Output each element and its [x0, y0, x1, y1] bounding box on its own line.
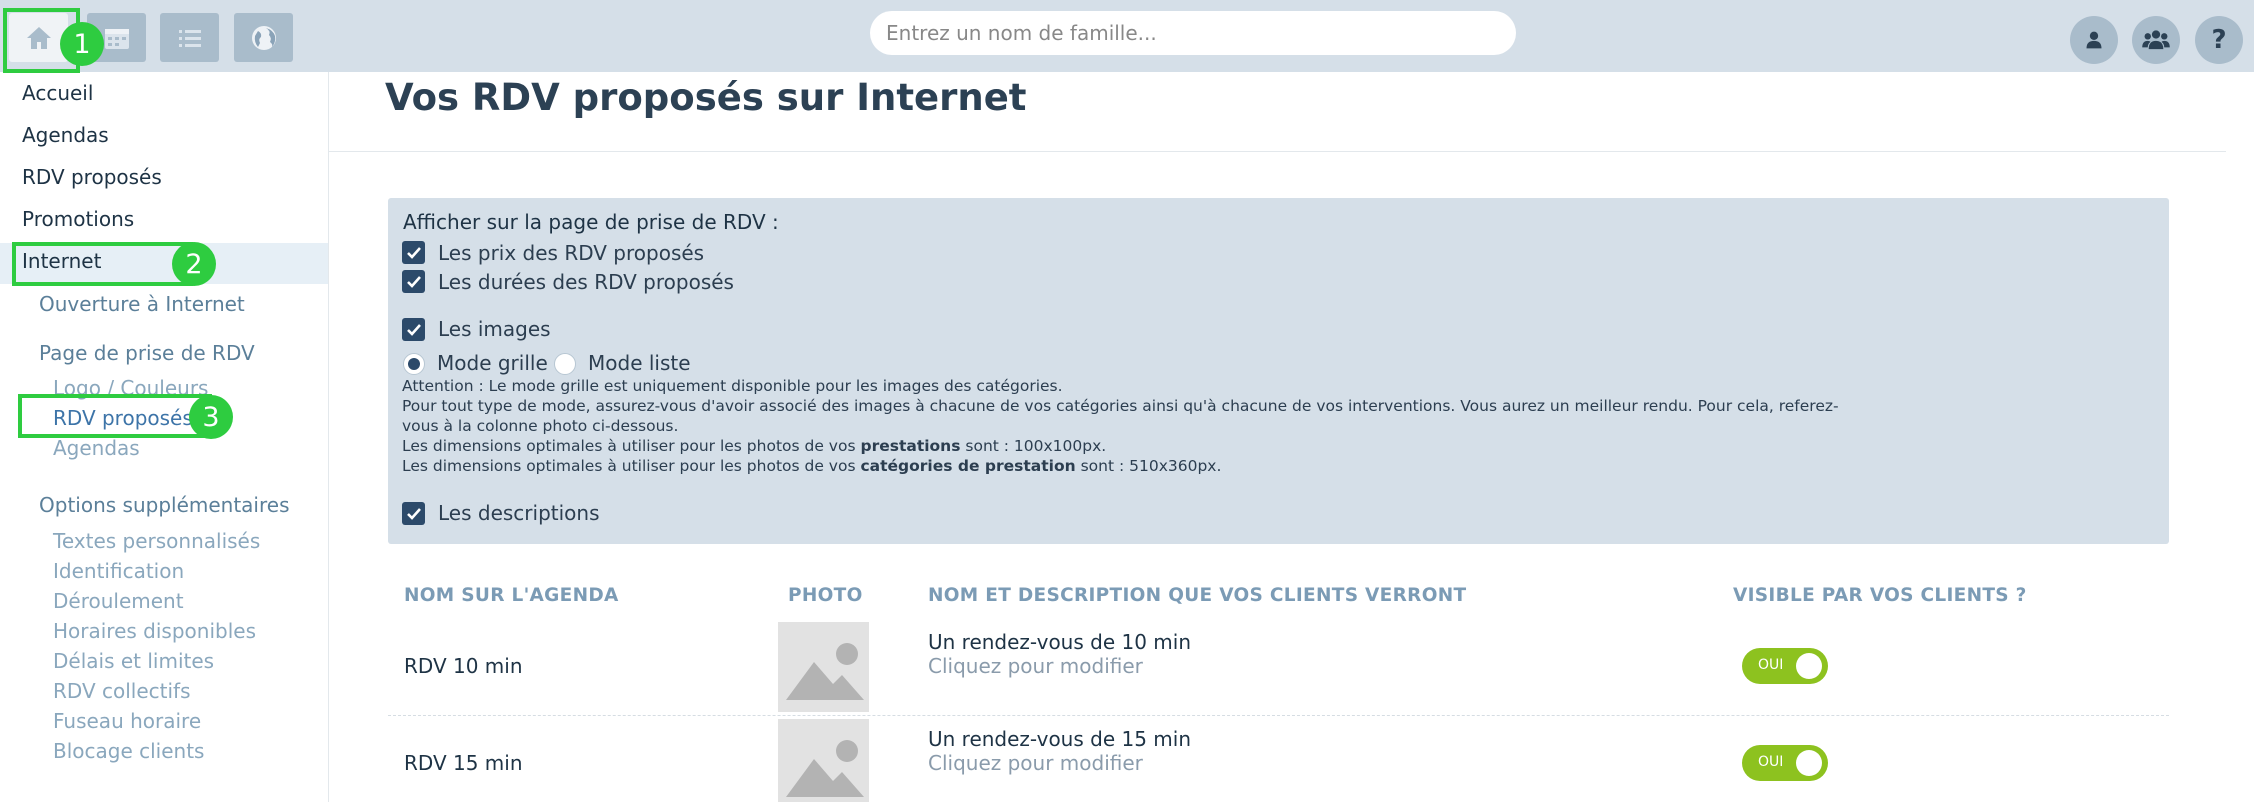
sidebar-item-agendas-internet[interactable]: Agendas — [53, 436, 140, 460]
globe-icon — [251, 25, 276, 50]
page-title: Vos RDV proposés sur Internet — [385, 76, 1027, 119]
note-line-5: Les dimensions optimales à utiliser pour… — [402, 457, 1222, 475]
help-button[interactable]: ? — [2195, 16, 2243, 64]
sidebar-item-rdv-collectifs[interactable]: RDV collectifs — [53, 679, 191, 703]
toggle-label: OUI — [1758, 657, 1784, 673]
photo-placeholder[interactable] — [778, 622, 869, 712]
annotation-box-rdv-proposes — [18, 394, 212, 438]
globe-button[interactable] — [234, 13, 293, 62]
calendar-icon — [104, 28, 129, 49]
annotation-badge-2: 2 — [172, 242, 216, 286]
sidebar-item-agendas[interactable]: Agendas — [22, 123, 109, 147]
checkbox-durations-label[interactable]: Les durées des RDV proposés — [438, 270, 734, 294]
annotation-badge-3: 3 — [189, 395, 233, 439]
visibility-toggle[interactable]: OUI — [1742, 745, 1828, 781]
sidebar-item-accueil[interactable]: Accueil — [22, 81, 93, 105]
search-input[interactable] — [870, 11, 1516, 55]
sidebar-item-horaires-disponibles[interactable]: Horaires disponibles — [53, 619, 256, 643]
top-bar: ? — [0, 0, 2254, 72]
toggle-knob — [1796, 653, 1822, 679]
checkbox-descriptions-label[interactable]: Les descriptions — [438, 501, 600, 525]
row-agenda-name: RDV 15 min — [404, 751, 523, 775]
annotation-box-internet — [12, 242, 193, 286]
column-header-visible: VISIBLE PAR VOS CLIENTS ? — [1733, 585, 2027, 606]
image-placeholder-icon — [786, 740, 864, 797]
sidebar-item-page-prise-rdv[interactable]: Page de prise de RDV — [39, 341, 255, 365]
note-line-4: Les dimensions optimales à utiliser pour… — [402, 437, 1107, 455]
annotation-badge-1: 1 — [60, 22, 104, 66]
visibility-toggle[interactable]: OUI — [1742, 648, 1828, 684]
sidebar-item-textes-personnalises[interactable]: Textes personnalisés — [53, 529, 260, 553]
note-line-1: Attention : Le mode grille est uniquemen… — [402, 377, 1063, 395]
sidebar-item-options-supplementaires[interactable]: Options supplémentaires — [39, 493, 290, 517]
check-icon — [406, 246, 421, 259]
row-client-title[interactable]: Un rendez-vous de 15 min — [928, 727, 1191, 751]
sidebar-item-ouverture-internet[interactable]: Ouverture à Internet — [39, 292, 245, 316]
note-line-3: vous à la colonne photo ci-dessous. — [402, 417, 679, 435]
team-button[interactable] — [2132, 16, 2180, 64]
panel-heading: Afficher sur la page de prise de RDV : — [403, 210, 779, 234]
row-divider — [388, 715, 2169, 716]
radio-mode-list-label[interactable]: Mode liste — [588, 351, 691, 375]
column-header-agenda-name: NOM SUR L'AGENDA — [404, 585, 619, 606]
column-header-client-description: NOM ET DESCRIPTION QUE VOS CLIENTS VERRO… — [928, 585, 1467, 606]
row-agenda-name: RDV 10 min — [404, 654, 523, 678]
row-client-title[interactable]: Un rendez-vous de 10 min — [928, 630, 1191, 654]
sidebar-item-promotions[interactable]: Promotions — [22, 207, 134, 231]
checkbox-images-label[interactable]: Les images — [438, 317, 551, 341]
radio-mode-grid[interactable] — [403, 353, 425, 375]
sidebar-item-deroulement[interactable]: Déroulement — [53, 589, 184, 613]
user-icon — [2086, 31, 2102, 49]
checkbox-durations[interactable] — [402, 270, 425, 293]
sidebar-item-rdv-proposes[interactable]: RDV proposés — [22, 165, 162, 189]
list-icon — [178, 29, 201, 47]
group-icon — [2142, 30, 2170, 50]
checkbox-descriptions[interactable] — [402, 502, 425, 525]
check-icon — [406, 275, 421, 288]
sidebar-item-fuseau-horaire[interactable]: Fuseau horaire — [53, 709, 201, 733]
list-button[interactable] — [160, 13, 219, 62]
row-edit-hint[interactable]: Cliquez pour modifier — [928, 654, 1143, 678]
checkbox-images[interactable] — [402, 318, 425, 341]
sidebar-item-delais-limites[interactable]: Délais et limites — [53, 649, 214, 673]
image-placeholder-icon — [786, 643, 864, 700]
sidebar-item-blocage-clients[interactable]: Blocage clients — [53, 739, 204, 763]
user-button[interactable] — [2070, 16, 2118, 64]
toggle-knob — [1796, 750, 1822, 776]
display-options-panel: Afficher sur la page de prise de RDV : L… — [388, 198, 2169, 544]
radio-mode-grid-label[interactable]: Mode grille — [437, 351, 548, 375]
checkbox-prices[interactable] — [402, 241, 425, 264]
photo-placeholder[interactable] — [778, 719, 869, 802]
note-line-2: Pour tout type de mode, assurez-vous d'a… — [402, 397, 1839, 415]
sidebar-item-identification[interactable]: Identification — [53, 559, 184, 583]
radio-mode-list[interactable] — [554, 353, 576, 375]
row-edit-hint[interactable]: Cliquez pour modifier — [928, 751, 1143, 775]
checkbox-prices-label[interactable]: Les prix des RDV proposés — [438, 241, 704, 265]
toggle-label: OUI — [1758, 754, 1784, 770]
check-icon — [406, 323, 421, 336]
help-icon: ? — [2211, 25, 2227, 55]
check-icon — [406, 507, 421, 520]
column-header-photo: PHOTO — [788, 585, 863, 606]
title-divider — [329, 151, 2226, 152]
